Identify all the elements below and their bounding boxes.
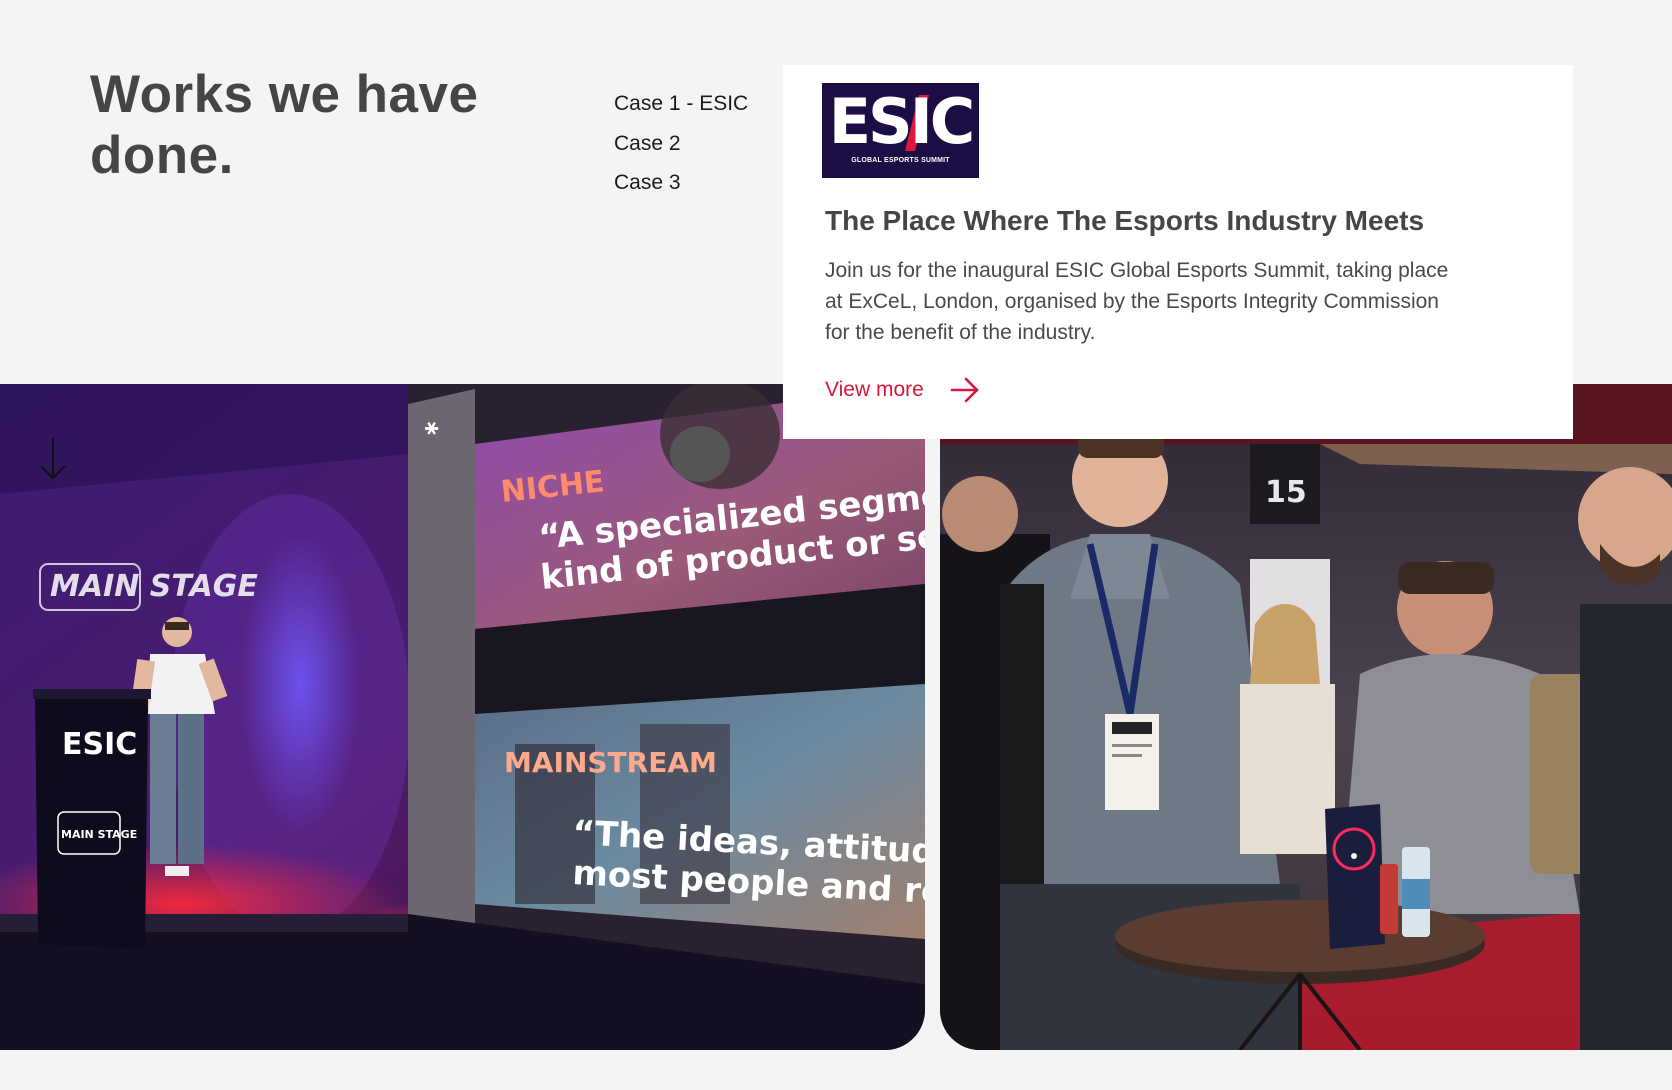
works-section: Works we have done. Case 1 - ESIC Case 2… (0, 0, 1672, 1090)
logo-wordmark: ESIC (828, 85, 976, 158)
networking-photo: 15 (940, 384, 1672, 1050)
podium-logo: ESIC (62, 727, 137, 762)
case-title: The Place Where The Esports Industry Mee… (825, 205, 1425, 236)
networking-image: 15 (940, 384, 1672, 1050)
section-title: Works we have done. (90, 65, 479, 185)
svg-text:⚹: ⚹ (425, 415, 439, 440)
room-number-sign: 15 (1265, 475, 1307, 510)
main-stage-sign: MAIN STAGE (50, 569, 258, 604)
main-stage-image: ⚹ NICHE “A specialized segmen kind of pr… (0, 384, 925, 1050)
logo-tagline: GLOBAL ESPORTS SUMMIT (851, 157, 950, 164)
case-tabs: Case 1 - ESIC Case 2 Case 3 (614, 84, 748, 203)
view-more-link[interactable]: View more (825, 377, 980, 403)
arrow-down-icon (40, 438, 66, 480)
case-photos: ⚹ NICHE “A specialized segmen kind of pr… (0, 384, 1672, 1050)
case-description: Join us for the inaugural ESIC Global Es… (825, 259, 1449, 344)
case-tab-3[interactable]: Case 3 (614, 163, 748, 203)
arrow-right-icon (950, 377, 979, 403)
main-stage-photo: ⚹ NICHE “A specialized segmen kind of pr… (0, 384, 925, 1050)
podium-sign: MAIN STAGE (61, 828, 137, 841)
case-card: ESIC GLOBAL ESPORTS SUMMIT The Place Whe… (783, 65, 1573, 439)
view-more-label: View more (825, 378, 924, 401)
esic-logo: ESIC GLOBAL ESPORTS SUMMIT (822, 83, 979, 178)
case-tab-1[interactable]: Case 1 - ESIC (614, 84, 748, 124)
case-tab-2[interactable]: Case 2 (614, 124, 748, 164)
slide-mainstream-heading: MAINSTREAM (504, 746, 717, 779)
